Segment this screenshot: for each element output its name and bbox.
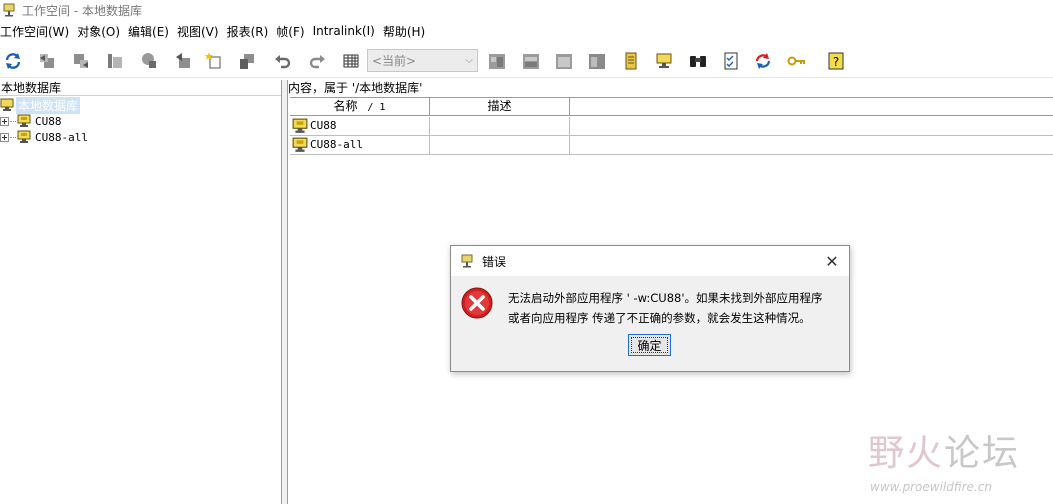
workspace-icon — [292, 137, 308, 152]
dialog-title: 错误 — [482, 254, 507, 269]
column-header-desc[interactable]: 描述 — [430, 98, 570, 115]
report-icon[interactable] — [620, 50, 642, 72]
expand-icon[interactable] — [0, 132, 9, 142]
cell-filler — [570, 136, 1053, 154]
locate-icon[interactable] — [138, 50, 160, 72]
menu-workspace[interactable]: 工作空间(W) — [0, 23, 75, 40]
menu-object[interactable]: 对象(O) — [77, 23, 126, 40]
menu-bar: 工作空间(W) 对象(O) 编辑(E) 视图(V) 报表(R) 帧(F) Int… — [0, 21, 1053, 41]
cell-desc[interactable] — [430, 117, 570, 135]
toolbar: ? — [0, 44, 1053, 78]
help-icon[interactable]: ? — [825, 50, 847, 72]
tree-item-cu88[interactable]: CU88 — [0, 113, 62, 129]
watermark-text-b: 论坛 — [944, 433, 1021, 474]
new-object-icon[interactable] — [203, 50, 225, 72]
app-icon — [3, 3, 15, 17]
tree-pane-header: 本地数据库 — [0, 80, 281, 96]
key-icon[interactable] — [786, 50, 808, 72]
menu-view[interactable]: 视图(V) — [177, 23, 225, 40]
column-icon[interactable] — [104, 50, 126, 72]
window-title: 工作空间 - 本地数据库 — [22, 3, 142, 18]
undo-icon[interactable] — [272, 50, 294, 72]
column-header-name[interactable]: 名称 / 1 — [290, 98, 430, 115]
svg-text:?: ? — [833, 55, 839, 69]
menu-intralink[interactable]: Intralink(I) — [313, 24, 381, 38]
copy-icon[interactable] — [236, 50, 258, 72]
workspace-icon — [17, 114, 31, 127]
menu-help[interactable]: 帮助(H) — [383, 23, 431, 40]
tree-item-label[interactable]: CU88-all — [35, 131, 88, 144]
watermark: 野火论坛 www.proewildfire.cn — [860, 410, 1050, 500]
column-name-label: 名称 — [333, 99, 358, 113]
check-out-icon[interactable] — [70, 50, 92, 72]
menu-frame[interactable]: 帧(F) — [276, 23, 310, 40]
grid-icon[interactable] — [340, 50, 362, 72]
table-row[interactable]: CU88-all — [290, 136, 1053, 155]
version-combo-value: <当前> — [372, 54, 417, 68]
cell-name[interactable]: CU88-all — [290, 136, 430, 154]
redo-icon[interactable] — [306, 50, 328, 72]
version-combo[interactable]: <当前> ⌵ — [367, 49, 478, 72]
error-message-line-2: 或者向应用程序 传递了不正确的参数，就会发生这种情况。 — [508, 311, 811, 325]
ok-button[interactable]: 确定 — [628, 334, 671, 356]
refresh-icon[interactable] — [2, 50, 24, 72]
dialog-title-bar[interactable]: 错误 ✕ — [451, 246, 849, 276]
tree-connector — [10, 120, 16, 122]
title-bar: 工作空间 - 本地数据库 — [0, 0, 1053, 20]
window-3-icon[interactable] — [553, 50, 575, 72]
cell-filler — [570, 117, 1053, 135]
menu-edit[interactable]: 编辑(E) — [128, 23, 175, 40]
window-2-icon[interactable] — [520, 50, 542, 72]
error-message-line-1: 无法启动外部应用程序 ' -w:CU88'。如果未找到外部应用程序 — [508, 291, 823, 305]
sort-indicator: / 1 — [367, 102, 386, 113]
content-pane-header: 内容，属于 '/本地数据库' — [288, 81, 423, 95]
expand-icon[interactable] — [0, 116, 9, 126]
row-name: CU88-all — [310, 138, 363, 151]
tree-item-label[interactable]: CU88 — [35, 115, 62, 128]
window-1-icon[interactable] — [486, 50, 508, 72]
column-desc-label: 描述 — [487, 99, 512, 113]
close-icon[interactable]: ✕ — [821, 251, 843, 271]
error-message: 无法启动外部应用程序 ' -w:CU88'。如果未找到外部应用程序 或者向应用程… — [508, 288, 843, 328]
watermark-logo: 野火论坛 — [868, 424, 1020, 476]
update-icon[interactable] — [172, 50, 194, 72]
sync-icon[interactable] — [752, 50, 774, 72]
table-row[interactable]: CU88 — [290, 117, 1053, 136]
tree-root-label[interactable]: 本地数据库 — [16, 96, 81, 114]
column-header-filler — [570, 98, 1053, 115]
app-icon — [461, 254, 473, 268]
dialog-body: 无法启动外部应用程序 ' -w:CU88'。如果未找到外部应用程序 或者向应用程… — [451, 276, 849, 371]
tree-connector — [10, 136, 16, 138]
cell-desc[interactable] — [430, 136, 570, 154]
window-4-icon[interactable] — [586, 50, 608, 72]
tree-pane: 本地数据库 本地数据库 CU88 CU88-all — [0, 80, 282, 504]
tree-root[interactable]: 本地数据库 — [0, 96, 81, 114]
database-icon[interactable] — [653, 50, 675, 72]
workspace-icon — [292, 118, 308, 133]
watermark-text-a: 野火 — [868, 433, 945, 474]
binoculars-icon[interactable] — [687, 50, 709, 72]
check-in-icon[interactable] — [36, 50, 58, 72]
chevron-down-icon[interactable]: ⌵ — [461, 50, 477, 71]
database-icon — [0, 98, 14, 111]
checklist-icon[interactable] — [720, 50, 742, 72]
table-header: 名称 / 1 描述 — [290, 97, 1053, 116]
watermark-url: www.proewildfire.cn — [870, 480, 992, 494]
tree-item-cu88-all[interactable]: CU88-all — [0, 129, 88, 145]
error-icon — [461, 287, 493, 319]
error-dialog: 错误 ✕ 无法启动外部应用程序 ' -w:CU88'。如果未找到外部应用程序 或… — [450, 245, 850, 372]
workspace-icon — [17, 130, 31, 143]
menu-report[interactable]: 报表(R) — [227, 23, 275, 40]
cell-name[interactable]: CU88 — [290, 117, 430, 135]
row-name: CU88 — [310, 119, 337, 132]
